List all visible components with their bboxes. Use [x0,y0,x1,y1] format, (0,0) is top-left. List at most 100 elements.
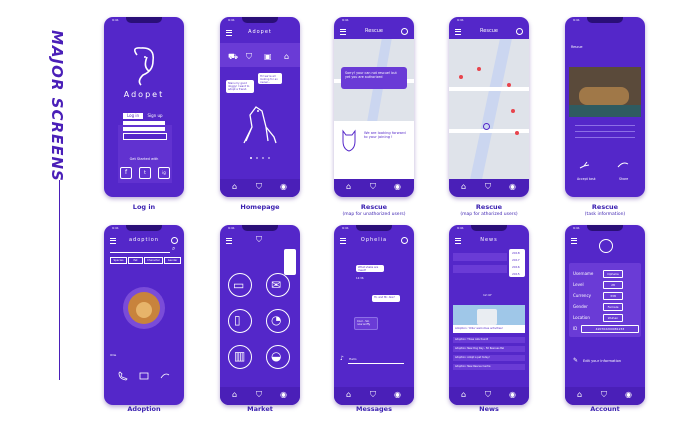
map-view[interactable] [449,39,529,179]
side-menu[interactable] [284,249,296,275]
cart-icon[interactable]: ⛉ [246,53,252,61]
pet-photo[interactable] [123,287,165,329]
home-icon[interactable]: ⌂ [346,391,351,399]
account-field-value[interactable]: Ophelia [603,270,623,278]
message-input[interactable]: Hello [348,357,404,364]
search-icon[interactable]: ⌕ [172,245,175,253]
home-icon[interactable]: ⌂ [232,391,237,399]
edit-info-link[interactable]: Edit your information [583,359,621,363]
filter-species[interactable]: Species [110,257,127,264]
year-dropdown[interactable]: 2018 2017 2016 2015 [509,249,525,277]
tab-signup[interactable]: Sign up [145,113,165,119]
share-button[interactable]: Share [619,177,628,181]
messages-screen: 9:41 Ophelia What shake are meet? 12:36 … [334,225,414,405]
map-pin[interactable] [459,75,463,79]
menu-icon[interactable] [571,238,577,244]
filter-pet[interactable]: Pet [128,257,143,264]
map-pin[interactable] [515,131,519,135]
cart-icon[interactable]: ⛉ [601,391,607,399]
news-row[interactable]: Adoption: New Rescue Centre [453,364,525,370]
market-item-ball[interactable]: ◔ [266,309,290,333]
chat-icon[interactable]: ◉ [394,391,401,399]
rescue-caption: Rescue [475,203,503,211]
account-field-value[interactable]: Female [603,303,623,311]
pet-list-icon[interactable] [139,371,149,381]
rescue-task-screen: 9:41 Rescue Accept task Share [565,17,645,197]
account-field-value[interactable]: 338 [603,292,623,300]
year-option[interactable]: 2016 [512,265,520,269]
account-field-value[interactable]: 420702200081233 [581,325,639,333]
phone-icon[interactable] [118,371,128,381]
year-option[interactable]: 2018 [512,251,520,255]
side-title: MAJOR SCREENS [48,30,66,182]
home-icon[interactable]: ⌂ [284,53,289,61]
chat-icon[interactable]: ◉ [280,183,287,191]
account-field-value[interactable]: 28 [603,281,623,289]
cart-icon[interactable]: ⛉ [256,391,262,399]
chat-icon[interactable]: ◉ [509,183,516,191]
account-field-value[interactable]: Wuhan [603,314,623,322]
news-row[interactable]: Adoption: Adopt a pet today! [453,355,525,361]
account-field-label: Gender [573,304,588,309]
tab-login[interactable]: Log in [123,113,143,119]
market-item-phone[interactable]: ▯ [228,309,252,333]
edit-icon[interactable]: ✎ [573,357,578,364]
login-submit-button[interactable] [123,133,167,140]
market-item-mail[interactable]: ✉ [266,273,290,297]
home-icon[interactable]: ⌂ [232,183,237,191]
user-icon[interactable] [401,237,408,244]
market-item-bottle[interactable]: ▥ [228,345,252,369]
chat-icon[interactable]: ◉ [509,391,516,399]
news-row[interactable]: Adoption: Three cats found! [453,337,525,343]
user-icon[interactable] [171,237,178,244]
accept-task-button[interactable]: Accept task [577,177,596,181]
cart-icon[interactable]: ⛉ [485,183,491,191]
year-option[interactable]: 2015 [512,272,520,276]
menu-icon[interactable] [226,238,232,244]
cart-icon[interactable]: ⛉ [256,235,262,245]
market-item-bird[interactable]: ◒ [266,345,290,369]
year-option[interactable]: 2017 [512,258,520,262]
user-icon[interactable] [516,28,523,35]
cart-icon[interactable]: ⛉ [370,183,376,191]
chat-icon[interactable]: ◉ [625,391,632,399]
username-field[interactable] [123,121,165,125]
news-row[interactable] [453,265,507,273]
account-field-label: Location [573,315,590,320]
chat-icon[interactable]: ◉ [394,183,401,191]
news-feature-card[interactable]: Adoption: 'Ollie' welcomes activities! [453,305,525,333]
filter-character[interactable]: Character [144,257,163,264]
password-field[interactable] [123,127,165,131]
status-time: 9:41 [457,226,464,230]
user-icon[interactable] [401,28,408,35]
home-icon[interactable]: ⌂ [577,391,582,399]
share-icon[interactable] [617,159,629,171]
home-icon[interactable]: ⌂ [461,391,466,399]
share-icon[interactable] [160,371,170,381]
map-pin[interactable] [507,83,511,87]
news-row[interactable]: Adoption: New Dog Day - 50 Rescues Bel [453,346,525,352]
cart-icon[interactable]: ⛉ [370,391,376,399]
instagram-icon[interactable]: ig [158,167,170,179]
chat-icon[interactable]: ◉ [280,391,287,399]
twitter-icon[interactable]: t [139,167,151,179]
home-icon[interactable]: ⌂ [461,183,466,191]
car-icon[interactable]: ⛟ [228,53,238,61]
cart-icon[interactable]: ⛉ [256,183,262,191]
mic-icon[interactable]: ♪ [340,355,344,362]
home-icon[interactable]: ⌂ [346,183,351,191]
map-pin[interactable] [477,67,481,71]
filter-gender[interactable]: Gender [164,257,181,264]
chat-icon[interactable]: ▣ [264,53,272,61]
notch [126,225,162,231]
hand-icon[interactable] [579,159,591,171]
search-input[interactable] [110,248,170,253]
avatar[interactable] [599,239,613,253]
map-pin[interactable] [511,109,515,113]
news-row[interactable] [453,253,507,261]
cart-icon[interactable]: ⛉ [485,391,491,399]
market-item-bag[interactable]: ▭ [228,273,252,297]
notch [242,17,278,23]
facebook-icon[interactable]: f [120,167,132,179]
route-marker-icon[interactable] [483,123,490,130]
